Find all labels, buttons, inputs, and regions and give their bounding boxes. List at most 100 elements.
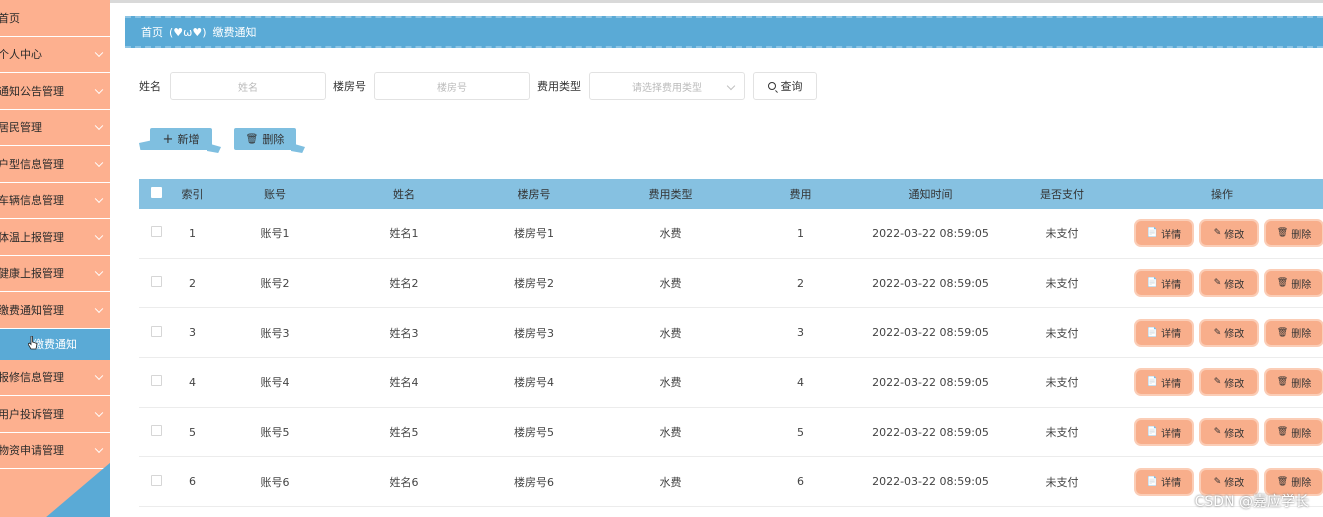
edit-button[interactable]: ✎ 修改 <box>1201 271 1257 296</box>
row-checkbox[interactable] <box>151 375 162 387</box>
table-row: 3 账号3 姓名3 楼房号3 水费 3 2022-03-22 08:59:05 未支付 📄 详情 ✎… <box>139 308 1323 359</box>
name-input[interactable]: 姓名 <box>170 72 326 100</box>
sidebar-item[interactable]: 车辆信息管理 <box>0 183 110 219</box>
chevron-down-icon <box>94 444 104 454</box>
sidebar-item-label: 用户投诉管理 <box>0 407 64 421</box>
cell-fee-type: 水费 <box>659 227 682 241</box>
cell-fee-type: 水费 <box>659 475 682 489</box>
chevron-down-icon <box>94 48 104 58</box>
breadcrumb-home[interactable]: 首页 <box>141 24 163 40</box>
detail-button[interactable]: 📄 详情 <box>1136 469 1192 494</box>
delete-button[interactable]: 🗑 删除 <box>234 128 305 153</box>
sidebar-item[interactable]: 通知公告管理 <box>0 73 110 110</box>
header-fee: 费用 <box>789 188 812 201</box>
sidebar-item[interactable]: 户型信息管理 <box>0 146 110 183</box>
sidebar-item-label: 体温上报管理 <box>0 230 64 244</box>
sidebar-item-label: 缴费通知管理 <box>0 303 64 317</box>
cell-index: 1 <box>189 226 196 240</box>
sidebar-item[interactable]: 居民管理 <box>0 110 110 146</box>
cell-name: 姓名4 <box>389 376 419 390</box>
sidebar-item-label: 个人中心 <box>0 48 42 62</box>
sidebar-subitem-fee-notice[interactable]: 缴费通知 <box>0 328 110 360</box>
sidebar-subitem-label: 缴费通知 <box>33 338 77 351</box>
header-index: 索引 <box>181 188 204 201</box>
sidebar-item[interactable]: 缴费通知管理 <box>0 292 110 329</box>
row-checkbox[interactable] <box>151 425 162 437</box>
name-placeholder: 姓名 <box>238 82 258 94</box>
document-icon: 📄 <box>1146 278 1159 289</box>
cell-fee-type: 水费 <box>659 326 682 340</box>
name-label: 姓名 <box>139 80 161 93</box>
table-row: 6 账号6 姓名6 楼房号6 水费 6 2022-03-22 08:59:05 未支付 📄 详情 ✎… <box>139 457 1323 508</box>
cell-fee: 5 <box>797 425 804 439</box>
add-button[interactable]: + 新增 <box>139 128 221 153</box>
cell-fee: 2 <box>797 276 804 290</box>
cell-fee: 1 <box>797 226 804 240</box>
row-delete-button[interactable]: 🗑 删除 <box>1266 271 1322 296</box>
edit-label: 修改 <box>1224 279 1245 291</box>
row-delete-button[interactable]: 🗑 删除 <box>1266 221 1322 246</box>
detail-button[interactable]: 📄 详情 <box>1136 420 1192 445</box>
trash-icon: 🗑 <box>1276 228 1289 239</box>
query-button[interactable]: 查询 <box>753 72 817 100</box>
row-delete-button[interactable]: 🗑 删除 <box>1266 370 1322 395</box>
row-checkbox[interactable] <box>151 325 162 337</box>
plus-icon: + <box>162 131 174 147</box>
edit-button[interactable]: ✎ 修改 <box>1201 370 1257 395</box>
chevron-down-icon <box>94 194 104 204</box>
sidebar-item-label: 健康上报管理 <box>0 267 64 281</box>
sidebar-item[interactable]: 用户投诉管理 <box>0 396 110 433</box>
document-icon: 📄 <box>1146 377 1159 388</box>
chevron-down-icon <box>94 85 104 94</box>
header-paid: 是否支付 <box>1040 188 1084 201</box>
trash-icon: 🗑 <box>1276 427 1289 438</box>
edit-button[interactable]: ✎ 修改 <box>1201 420 1257 445</box>
detail-button[interactable]: 📄 详情 <box>1136 320 1192 345</box>
detail-button[interactable]: 📄 详情 <box>1136 370 1192 395</box>
row-checkbox[interactable] <box>151 226 162 238</box>
trash-icon: 🗑 <box>245 133 259 145</box>
cell-paid: 未支付 <box>1045 277 1079 291</box>
detail-button[interactable]: 📄 详情 <box>1136 221 1192 246</box>
pencil-icon: ✎ <box>1213 476 1222 487</box>
sidebar-item[interactable]: 体温上报管理 <box>0 219 110 256</box>
delete-label: 删除 <box>262 133 285 146</box>
cell-notice-time: 2022-03-22 08:59:05 <box>872 226 989 240</box>
trash-icon: 🗑 <box>1276 278 1289 289</box>
detail-label: 详情 <box>1161 428 1182 440</box>
sidebar-item[interactable]: 个人中心 <box>0 37 110 73</box>
trash-icon: 🗑 <box>1276 327 1289 338</box>
edit-label: 修改 <box>1224 428 1245 440</box>
watermark: CSDN @嘉应学长 <box>1194 494 1309 510</box>
sidebar-item-label: 首页 <box>0 11 20 25</box>
detail-button[interactable]: 📄 详情 <box>1136 271 1192 296</box>
row-checkbox[interactable] <box>151 474 162 486</box>
sidebar-item[interactable]: 首页 <box>0 0 110 37</box>
chevron-down-icon <box>94 408 104 417</box>
edit-button[interactable]: ✎ 修改 <box>1201 221 1257 246</box>
document-icon: 📄 <box>1146 327 1159 338</box>
row-checkbox[interactable] <box>151 276 162 288</box>
select-all-checkbox[interactable] <box>151 187 162 198</box>
row-delete-button[interactable]: 🗑 删除 <box>1266 420 1322 445</box>
cell-index: 2 <box>189 276 196 290</box>
cell-account: 账号2 <box>260 277 290 291</box>
top-bar <box>110 0 1323 3</box>
row-delete-button[interactable]: 🗑 删除 <box>1266 320 1322 345</box>
cell-building: 楼房号3 <box>514 326 554 340</box>
chevron-down-icon <box>94 371 104 381</box>
fee-type-select[interactable]: 请选择费用类型 <box>589 72 745 100</box>
detail-label: 详情 <box>1161 478 1182 490</box>
cell-notice-time: 2022-03-22 08:59:05 <box>872 475 989 489</box>
building-input[interactable]: 楼房号 <box>374 72 530 100</box>
sidebar-item[interactable]: 报修信息管理 <box>0 360 110 396</box>
header-name: 姓名 <box>393 188 415 201</box>
header-notice-time: 通知时间 <box>908 188 953 201</box>
cell-building: 楼房号6 <box>514 475 554 489</box>
cell-index: 4 <box>189 375 196 389</box>
sidebar-item-label: 物资申请管理 <box>0 444 64 458</box>
cell-account: 账号1 <box>260 227 290 241</box>
sidebar-item[interactable]: 健康上报管理 <box>0 256 110 292</box>
cell-fee: 6 <box>797 475 804 489</box>
edit-button[interactable]: ✎ 修改 <box>1201 320 1257 345</box>
